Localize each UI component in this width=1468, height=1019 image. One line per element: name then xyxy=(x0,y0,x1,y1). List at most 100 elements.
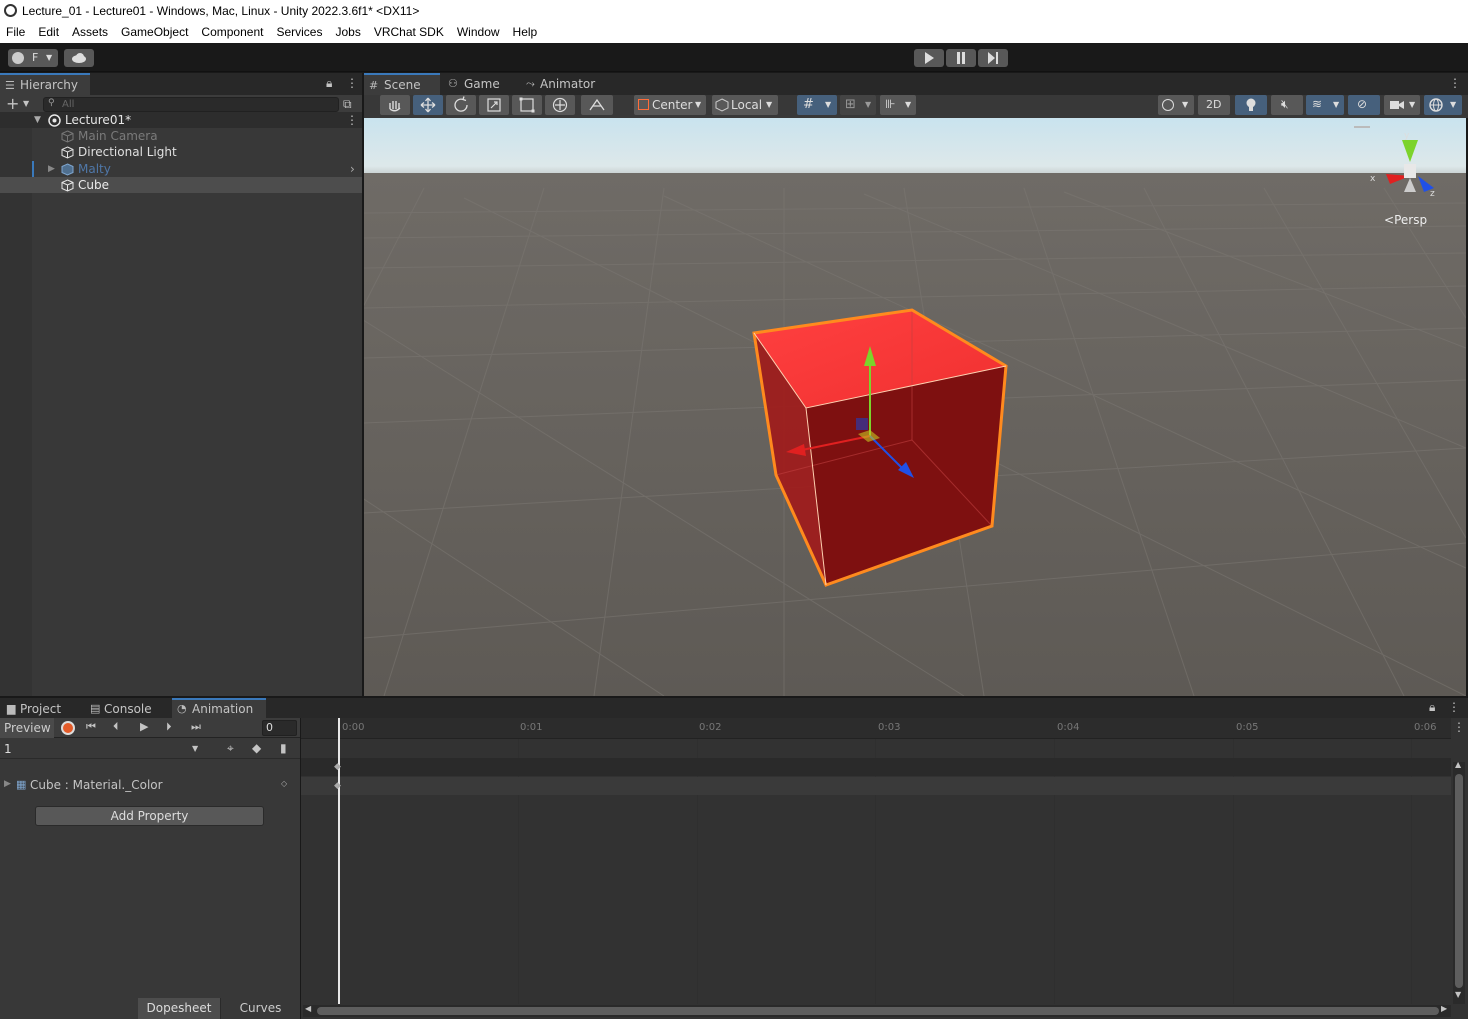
play-animation-button[interactable]: ▶ xyxy=(140,720,148,733)
playhead[interactable] xyxy=(338,718,340,1004)
tab-game[interactable]: ⚇ Game xyxy=(442,73,516,95)
hierarchy-scene-row[interactable]: ▼ Lecture01* ⋮ xyxy=(0,112,362,128)
more-options-icon[interactable]: ⋮ xyxy=(346,112,358,128)
menu-jobs[interactable]: Jobs xyxy=(335,22,360,43)
rotate-tool-button[interactable] xyxy=(446,95,476,115)
pivot-space-dropdown[interactable]: Local ▼ xyxy=(712,95,778,115)
effects-toggle-button[interactable]: ≋ ▼ xyxy=(1306,95,1344,115)
vertical-scrollbar[interactable]: ▲ ▼ xyxy=(1453,760,1465,1004)
add-event-icon[interactable]: ▮ xyxy=(280,741,287,755)
curves-label: Curves xyxy=(239,1001,282,1015)
move-tool-button[interactable] xyxy=(413,95,443,115)
keyframe-diamond-icon[interactable]: ◆ xyxy=(334,781,341,791)
grid-toggle-button[interactable]: ⊞ ▼ xyxy=(840,95,876,115)
2d-toggle-button[interactable]: 2D xyxy=(1198,95,1230,115)
list-icon: ☰ xyxy=(5,79,15,92)
frame-input[interactable]: 0 xyxy=(262,720,297,736)
transform-tool-button[interactable] xyxy=(545,95,575,115)
tab-animator[interactable]: ⤳ Animator xyxy=(520,73,610,95)
chevron-down-icon[interactable]: ▼ xyxy=(23,99,29,108)
add-property-button[interactable]: Add Property xyxy=(35,806,264,826)
custom-tool-button[interactable] xyxy=(581,95,613,115)
hand-tool-button[interactable] xyxy=(380,95,410,115)
dopesheet-tab[interactable]: Dopesheet xyxy=(138,998,220,1019)
lock-icon[interactable]: 🔒︎ xyxy=(1429,700,1435,715)
menu-gameobject[interactable]: GameObject xyxy=(121,22,188,43)
scroll-left-icon[interactable]: ◀ xyxy=(305,1004,311,1013)
menu-services[interactable]: Services xyxy=(276,22,322,43)
add-object-button[interactable]: + xyxy=(6,95,19,113)
draw-mode-button[interactable]: ▼ xyxy=(1158,95,1194,115)
preview-button[interactable]: Preview xyxy=(0,718,54,738)
hierarchy-item-main-camera[interactable]: Main Camera xyxy=(0,128,362,144)
tab-scene[interactable]: # Scene xyxy=(364,73,440,95)
chevron-down-icon: ▼ xyxy=(46,53,53,62)
scene-search-icon[interactable]: ⧉ xyxy=(343,97,352,112)
camera-settings-button[interactable]: ▼ xyxy=(1384,95,1420,115)
keyframe-diamond-icon[interactable]: ◆ xyxy=(334,762,341,772)
menu-file[interactable]: File xyxy=(6,22,25,43)
gizmos-button[interactable]: ▼ xyxy=(1424,95,1462,115)
lock-icon[interactable]: 🔒︎ xyxy=(326,76,332,91)
expand-triangle-icon[interactable]: ▶ xyxy=(48,161,55,177)
menu-help[interactable]: Help xyxy=(513,22,538,43)
next-keyframe-button[interactable]: ⏵ xyxy=(166,720,172,734)
tab-project[interactable]: ▆ Project xyxy=(0,698,80,718)
first-keyframe-button[interactable]: ⏮ xyxy=(86,720,96,734)
hierarchy-item-directional-light[interactable]: Directional Light xyxy=(0,144,362,160)
chevron-right-icon[interactable]: › xyxy=(350,161,355,177)
horizontal-scrollbar[interactable]: ◀ ▶ xyxy=(303,1004,1451,1017)
audio-toggle-button[interactable]: 🔇︎ xyxy=(1271,95,1303,115)
rect-tool-button[interactable] xyxy=(512,95,542,115)
move-icon xyxy=(420,97,436,113)
hierarchy-item-malty[interactable]: ▶ Malty › xyxy=(0,161,362,177)
scene-viewport[interactable]: y x z <Persp xyxy=(364,118,1466,696)
vertical-scroll-thumb[interactable] xyxy=(1455,774,1463,988)
lighting-toggle-button[interactable] xyxy=(1235,95,1267,115)
hierarchy-search-input[interactable]: ⚲ All xyxy=(43,97,339,112)
prev-keyframe-button[interactable]: ⏴ xyxy=(113,720,119,734)
keyframe-diamond-icon[interactable]: ◇ xyxy=(281,779,287,788)
scroll-down-icon[interactable]: ▼ xyxy=(1455,990,1461,999)
menu-vrchat-sdk[interactable]: VRChat SDK xyxy=(374,22,444,43)
increment-snap-button[interactable]: ⊪ ▼ xyxy=(880,95,916,115)
step-button[interactable] xyxy=(978,49,1008,67)
pause-button[interactable] xyxy=(946,49,976,67)
property-row[interactable]: ▶ ▦ Cube : Material._Color ◇ xyxy=(0,777,300,795)
pivot-mode-dropdown[interactable]: Center ▼ xyxy=(634,95,706,115)
grid-icon: # xyxy=(369,79,379,92)
tab-console[interactable]: ▤ Console xyxy=(84,698,168,718)
curves-tab[interactable]: Curves xyxy=(220,998,300,1019)
scroll-up-icon[interactable]: ▲ xyxy=(1455,760,1461,769)
projection-toggle[interactable]: <Persp xyxy=(1384,213,1427,227)
expand-triangle-icon[interactable]: ▶ xyxy=(4,779,11,789)
filter-keyframes-icon[interactable]: ⌖ xyxy=(227,741,234,756)
hierarchy-item-cube[interactable]: Cube xyxy=(0,177,362,193)
record-button[interactable] xyxy=(61,721,75,735)
unity-logo-icon xyxy=(4,4,17,17)
chevron-down-icon: ▼ xyxy=(766,100,773,109)
clip-dropdown[interactable]: 1 ▼ xyxy=(0,739,206,759)
scroll-right-icon[interactable]: ▶ xyxy=(1441,1004,1447,1013)
add-keyframe-icon[interactable]: ◆ xyxy=(252,741,261,755)
timeline-ruler[interactable] xyxy=(301,718,1451,739)
grid-snap-button[interactable]: # ▼ xyxy=(797,95,837,115)
menu-component[interactable]: Component xyxy=(201,22,263,43)
tab-animation[interactable]: ◔ Animation xyxy=(172,698,266,718)
cloud-button[interactable] xyxy=(64,49,94,67)
scene-visibility-button[interactable]: ⊘ xyxy=(1348,95,1380,115)
more-options-icon[interactable]: ⋮ xyxy=(1448,700,1460,714)
animator-icon: ⤳ xyxy=(526,77,535,90)
menu-window[interactable]: Window xyxy=(457,22,500,43)
more-options-icon[interactable]: ⋮ xyxy=(1449,76,1461,90)
menu-edit[interactable]: Edit xyxy=(38,22,59,43)
horizontal-scroll-thumb[interactable] xyxy=(317,1007,1439,1015)
menu-assets[interactable]: Assets xyxy=(72,22,108,43)
scale-tool-button[interactable] xyxy=(479,95,509,115)
more-options-icon[interactable]: ⋮ xyxy=(1453,720,1465,734)
account-dropdown[interactable]: F ▼ xyxy=(8,49,58,67)
more-options-icon[interactable]: ⋮ xyxy=(346,76,358,90)
play-button[interactable] xyxy=(914,49,944,67)
tab-hierarchy[interactable]: ☰ Hierarchy xyxy=(0,73,90,95)
last-keyframe-button[interactable]: ⏭ xyxy=(191,720,201,734)
